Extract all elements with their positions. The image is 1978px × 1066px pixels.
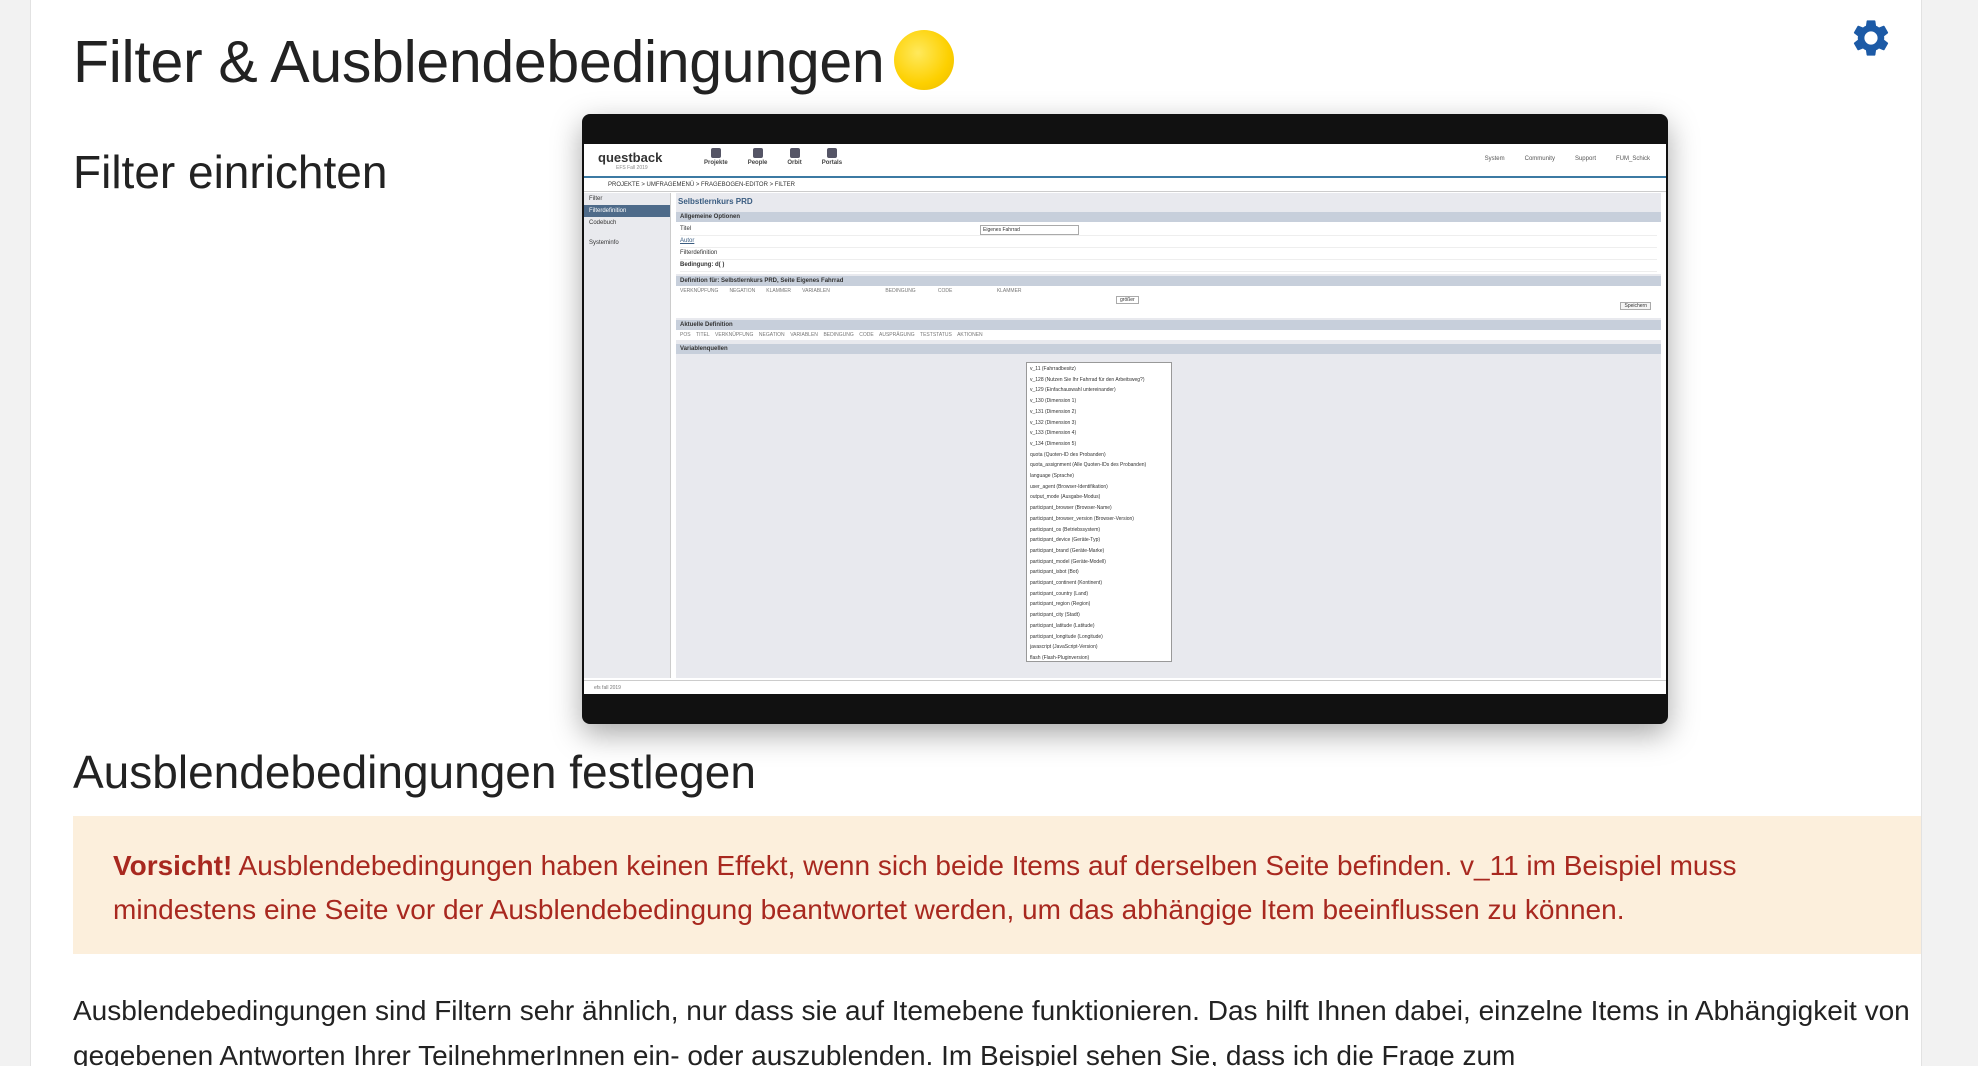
qb-nav-label: Portals bbox=[821, 160, 843, 166]
qb-panel-heading: Allgemeine Optionen bbox=[676, 212, 1661, 222]
qb-dropdown-option: user_agent (Browser-Identifikation) bbox=[1030, 483, 1108, 490]
page-container: Filter & Ausblendebedingungen Filter ein… bbox=[30, 0, 1922, 1066]
qb-dropdown-option: participant_region (Region) bbox=[1030, 601, 1091, 608]
portals-icon bbox=[826, 148, 837, 158]
qb-logo: questback EFS Fall 2019 bbox=[598, 150, 662, 171]
qb-right-nav: System Community Support FUM_Schick bbox=[1485, 156, 1650, 162]
qb-dropdown-option: quota_assignment (Alle Quoten-IDs des Pr… bbox=[1030, 462, 1147, 469]
qb-columns: POS TITEL VERKNÜPFUNG NEGATION VARIABLEN… bbox=[680, 332, 983, 338]
qb-sidebar: Filter Filterdefinition Codebuch Systemi… bbox=[584, 193, 671, 678]
screenshot-content: questback EFS Fall 2019 Projekte People O… bbox=[584, 144, 1666, 694]
qb-nav-label: Projekte bbox=[704, 160, 728, 166]
qb-dropdown-option: v_133 (Dimension 4) bbox=[1030, 430, 1077, 437]
yellow-circle-icon bbox=[894, 30, 955, 90]
body-paragraph: Ausblendebedingungen sind Filtern sehr ä… bbox=[73, 995, 1910, 1066]
qb-dropdown-option: v_11 (Fahrradbesitz) bbox=[1030, 366, 1076, 372]
qb-variable-dropdown: v_11 (Fahrradbesitz) v_128 (Nutzen Sie Ih… bbox=[1026, 362, 1172, 662]
qb-dropdown-option: language (Sprache) bbox=[1030, 473, 1074, 480]
qb-label: Titel bbox=[680, 226, 692, 232]
qb-nav: Projekte People Orbit Portals bbox=[704, 148, 842, 166]
qb-side-item: Filter bbox=[589, 196, 603, 202]
qb-panel-heading: Aktuelle Definition bbox=[676, 320, 1661, 330]
orbit-icon bbox=[789, 148, 800, 158]
qb-dropdown-option: participant_browser (Browser-Name) bbox=[1030, 505, 1112, 512]
qb-breadcrumb: PROJEKTE > UMFRAGEMENÜ > FRAGEBOGEN-EDIT… bbox=[584, 178, 1666, 192]
qb-side-item-active: Filterdefinition bbox=[584, 205, 670, 217]
qb-nav-portals: Portals bbox=[822, 148, 842, 166]
people-icon bbox=[752, 148, 763, 158]
section-heading-ausblend: Ausblendebedingungen festlegen bbox=[73, 746, 756, 798]
qb-nav-projekte: Projekte bbox=[704, 148, 728, 166]
qb-dropdown-option: flash (Flash-Pluginversion) bbox=[1030, 654, 1090, 661]
qb-nav-label: Orbit bbox=[787, 160, 802, 166]
qb-dropdown-option: participant_isbot (Bot) bbox=[1030, 569, 1079, 576]
qb-dropdown-option: participant_country (Land) bbox=[1030, 590, 1089, 597]
qb-dropdown-option: participant_device (Geräte-Typ) bbox=[1030, 537, 1101, 544]
qb-side-item: Codebuch bbox=[589, 220, 617, 226]
qb-dropdown-option: v_128 (Nutzen Sie Ihr Fahrrad für den Ar… bbox=[1030, 376, 1145, 383]
qb-dropdown-option: javascript (JavaScript-Version) bbox=[1030, 644, 1098, 651]
qb-row: Filterdefinition bbox=[680, 248, 1657, 260]
qb-dropdown-option: participant_browser_version (Browser-Ver… bbox=[1030, 515, 1134, 522]
qb-right-item: FUM_Schick bbox=[1615, 156, 1650, 162]
qb-dropdown-option: participant_city (Stadt) bbox=[1030, 612, 1080, 619]
qb-columns: VERKNÜPFUNG NEGATION KLAMMER VARIABLEN B… bbox=[680, 288, 1022, 294]
qb-label: Autor bbox=[680, 238, 695, 244]
qb-dropdown-option: participant_continent (Kontinent) bbox=[1030, 580, 1102, 587]
qb-dropdown-option: participant_longitude (Longitude) bbox=[1030, 633, 1103, 640]
qb-row: Titel Eigenes Fahrrad bbox=[680, 224, 1657, 236]
qb-cond-select: größer bbox=[1116, 296, 1139, 304]
embedded-screenshot: questback EFS Fall 2019 Projekte People O… bbox=[582, 114, 1668, 724]
warning-box: Vorsicht! Ausblendebedingungen haben kei… bbox=[73, 816, 1921, 954]
qb-footer: efs fall 2019 bbox=[584, 680, 1666, 694]
qb-dropdown-option: v_130 (Dimension 1) bbox=[1030, 398, 1077, 405]
qb-dropdown-option: participant_brand (Geräte-Marke) bbox=[1030, 547, 1105, 554]
qb-panel-heading: Variablenquellen bbox=[676, 344, 1661, 354]
qb-right-item: System bbox=[1484, 156, 1505, 162]
warning-text: Ausblendebedingungen haben keinen Effekt… bbox=[113, 850, 1737, 925]
qb-nav-people: People bbox=[747, 148, 768, 166]
projects-icon bbox=[710, 148, 721, 158]
qb-nav-label: People bbox=[747, 160, 768, 166]
qb-label: Bedingung: d( ) bbox=[680, 262, 725, 268]
qb-panel: VERKNÜPFUNG NEGATION KLAMMER VARIABLEN B… bbox=[676, 286, 1661, 318]
qb-panel-heading: Definition für: Selbstlernkurs PRD, Seit… bbox=[676, 276, 1661, 286]
warning-label: Vorsicht! bbox=[113, 850, 233, 881]
qb-dropdown-option: v_132 (Dimension 3) bbox=[1030, 419, 1077, 426]
qb-title-field: Eigenes Fahrrad bbox=[980, 225, 1079, 235]
section-heading-filter: Filter einrichten bbox=[73, 146, 388, 198]
settings-gear-icon[interactable] bbox=[1849, 16, 1893, 60]
qb-dropdown-option: v_131 (Dimension 2) bbox=[1030, 408, 1077, 415]
qb-dropdown-option: participant_latitude (Latitude) bbox=[1030, 622, 1095, 629]
qb-brand: questback bbox=[598, 150, 663, 165]
qb-dropdown-option: participant_os (Betriebssystem) bbox=[1030, 526, 1101, 533]
qb-row: Bedingung: d( ) bbox=[680, 260, 1657, 272]
qb-side-item: Systeminfo bbox=[589, 240, 619, 246]
qb-header: questback EFS Fall 2019 Projekte People O… bbox=[584, 144, 1666, 178]
qb-dropdown-option: v_129 (Einfachauswahl untereinander) bbox=[1030, 387, 1116, 394]
qb-save-button: Speichern bbox=[1620, 302, 1651, 310]
qb-dropdown-option: output_mode (Ausgabe-Modus) bbox=[1030, 494, 1101, 501]
qb-dropdown-option: participant_model (Geräte-Modell) bbox=[1030, 558, 1106, 565]
qb-dropdown-option: quota (Quoten-ID des Probanden) bbox=[1030, 451, 1106, 458]
qb-right-item: Support bbox=[1574, 156, 1596, 162]
page-title-text: Filter & Ausblendebedingungen bbox=[73, 29, 885, 95]
qb-row: Autor bbox=[680, 236, 1657, 248]
qb-right-item: Community bbox=[1524, 156, 1555, 162]
qb-nav-orbit: Orbit bbox=[787, 148, 802, 166]
qb-label: Filterdefinition bbox=[680, 250, 718, 256]
page-title: Filter & Ausblendebedingungen bbox=[73, 28, 955, 96]
qb-brand-sub: EFS Fall 2019 bbox=[616, 165, 648, 171]
qb-panel: Titel Eigenes Fahrrad Autor Filterdefinit… bbox=[676, 222, 1661, 274]
qb-panel: POS TITEL VERKNÜPFUNG NEGATION VARIABLEN… bbox=[676, 330, 1661, 340]
qb-main-title: Selbstlernkurs PRD bbox=[678, 197, 753, 206]
qb-dropdown-option: v_134 (Dimension 5) bbox=[1030, 440, 1077, 447]
